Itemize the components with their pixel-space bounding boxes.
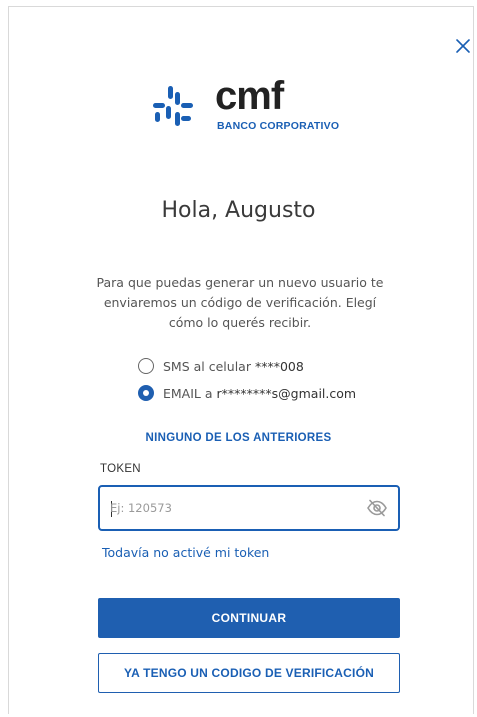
brand-logo: cmf BANCO CORPORATIVO: [153, 74, 353, 134]
have-code-button[interactable]: YA TENGO UN CODIGO DE VERIFICACIÓN: [98, 653, 400, 693]
radio-email[interactable]: [138, 385, 154, 401]
cmf-logo-icon: [153, 86, 193, 126]
radio-sms[interactable]: [138, 358, 154, 374]
option-sms-label: SMS al celular: [163, 358, 251, 374]
option-sms[interactable]: SMS al celular ****008: [138, 356, 304, 376]
instructions-text: Para que puedas generar un nuevo usuario…: [96, 275, 384, 330]
brand-name: cmf: [215, 74, 284, 118]
page-title: Hola, Augusto: [161, 198, 316, 223]
no-token-link[interactable]: Todavía no activé mi token: [102, 545, 269, 560]
brand-subtitle: BANCO CORPORATIVO: [217, 120, 340, 132]
option-sms-value: ****008: [254, 358, 304, 374]
token-field[interactable]: [98, 485, 400, 531]
close-icon[interactable]: [455, 38, 471, 54]
continue-button[interactable]: CONTINUAR: [98, 598, 400, 638]
token-label: TOKEN: [100, 463, 141, 475]
option-email-value: r********s@gmail.com: [216, 385, 357, 401]
none-of-above-link[interactable]: NINGUNO DE LOS ANTERIORES: [0, 432, 477, 444]
eye-off-icon[interactable]: [366, 498, 388, 518]
option-email[interactable]: EMAIL a r********s@gmail.com: [138, 383, 356, 403]
option-email-label: EMAIL a: [163, 385, 213, 401]
token-input[interactable]: [110, 495, 350, 521]
